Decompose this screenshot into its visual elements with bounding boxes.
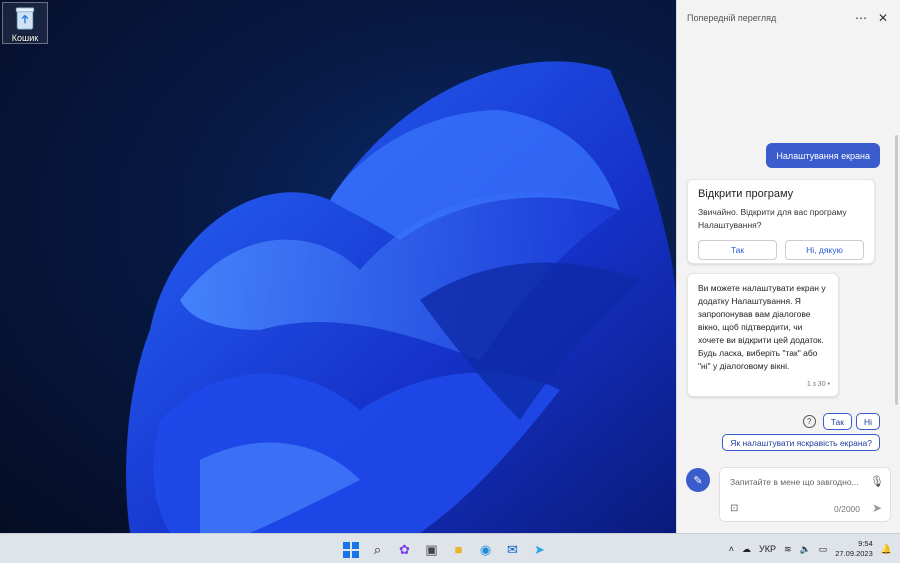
- panel-title: Попередній перегляд: [687, 13, 777, 23]
- help-icon[interactable]: ?: [802, 415, 816, 428]
- taskbar-apps: ⌕ ✿ ▣ ■ ◉ ✉ ➤: [340, 539, 550, 560]
- search-icon[interactable]: ⌕: [367, 539, 388, 560]
- bloom-wallpaper: [126, 61, 676, 533]
- panel-header: Попередній перегляд ⋯ ✕: [687, 10, 894, 26]
- new-topic-icon[interactable]: ✎: [686, 468, 710, 492]
- copilot-panel: Попередній перегляд ⋯ ✕ Налаштування екр…: [676, 0, 900, 533]
- yes-button[interactable]: Так: [698, 240, 777, 260]
- chevron-up-icon[interactable]: ˄: [729, 544, 734, 554]
- clock-date: 27.09.2023: [835, 549, 873, 558]
- chat-input-placeholder: Запитайте в мене що завгодно...: [730, 477, 859, 487]
- clock-time: 9:54: [858, 539, 873, 548]
- more-options-icon[interactable]: ⋯: [850, 10, 872, 26]
- recycle-bin-shortcut[interactable]: Кошик: [2, 2, 48, 44]
- response-text: Ви можете налаштувати екран у додатку На…: [698, 283, 826, 371]
- task-view-icon[interactable]: ▣: [421, 539, 442, 560]
- close-icon[interactable]: ✕: [872, 10, 894, 26]
- edge-icon[interactable]: ◉: [475, 539, 496, 560]
- response-card: Ви можете налаштувати екран у додатку На…: [687, 273, 839, 397]
- chat-input[interactable]: Запитайте в мене що завгодно... 🎙 ⊡ 0/20…: [719, 467, 891, 522]
- suggestion-no[interactable]: Ні: [855, 413, 880, 430]
- telegram-icon[interactable]: ➤: [529, 539, 550, 560]
- screenshot-icon[interactable]: ⊡: [730, 503, 738, 514]
- scrollbar[interactable]: [895, 135, 898, 405]
- send-icon[interactable]: ➤: [872, 501, 882, 515]
- recycle-bin-icon: [15, 7, 35, 30]
- battery-icon[interactable]: ▭: [819, 544, 828, 555]
- notification-bell-icon[interactable]: 🔔: [881, 544, 892, 555]
- volume-icon[interactable]: 🔈: [800, 544, 811, 555]
- desktop: Кошик: [0, 0, 676, 533]
- open-app-title: Відкрити програму: [698, 188, 794, 200]
- wifi-icon[interactable]: ≋: [784, 544, 792, 555]
- clock[interactable]: 9:54 27.09.2023: [835, 539, 873, 559]
- suggestion-yes[interactable]: Так: [822, 413, 852, 430]
- response-counter: 1 з 30 •: [806, 381, 830, 388]
- suggestion-brightness[interactable]: Як налаштувати яскравість екрана?: [722, 434, 880, 451]
- system-tray: ˄ ☁ УКР ≋ 🔈 ▭ 9:54 27.09.2023 🔔: [729, 534, 892, 563]
- language-indicator[interactable]: УКР: [759, 544, 776, 554]
- cloud-icon[interactable]: ☁: [742, 544, 751, 555]
- copilot-icon[interactable]: ✿: [394, 539, 415, 560]
- user-message: Налаштування екрана: [766, 143, 880, 168]
- taskbar: ⌕ ✿ ▣ ■ ◉ ✉ ➤ ˄ ☁ УКР ≋ 🔈 ▭ 9:54 27.09.2…: [0, 533, 900, 563]
- start-icon[interactable]: [340, 539, 361, 560]
- recycle-bin-label: Кошик: [11, 33, 39, 43]
- no-thanks-button[interactable]: Ні, дякую: [785, 240, 864, 260]
- file-explorer-icon[interactable]: ■: [448, 539, 469, 560]
- suggestion-row: ? Так Ні: [802, 413, 880, 430]
- char-count: 0/2000: [834, 504, 860, 514]
- outlook-icon[interactable]: ✉: [502, 539, 523, 560]
- open-app-card: Відкрити програму Звичайно. Відкрити для…: [687, 179, 875, 264]
- open-app-text: Звичайно. Відкрити для вас програму Нала…: [698, 207, 847, 230]
- microphone-icon[interactable]: 🎙: [870, 475, 884, 489]
